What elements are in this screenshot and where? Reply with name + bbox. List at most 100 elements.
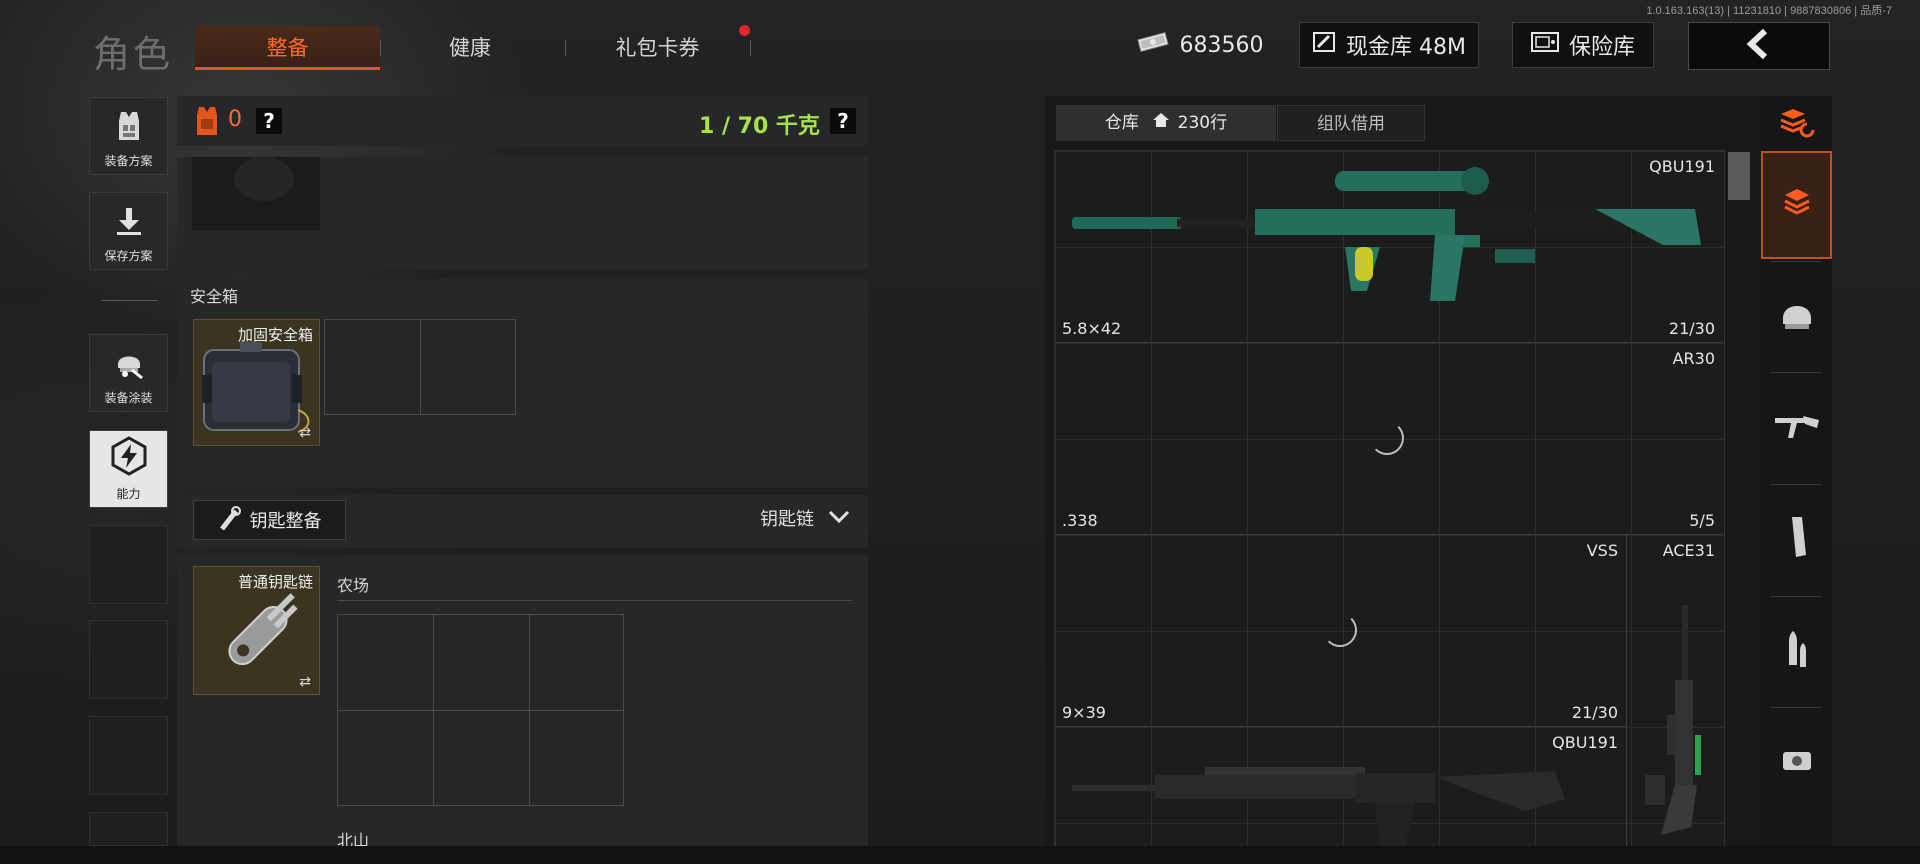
swap-icon: ⇄ xyxy=(299,425,311,441)
tab-gift-coupons[interactable]: 礼包卡券 xyxy=(580,26,735,70)
category-all[interactable] xyxy=(1761,151,1832,259)
magazine-icon xyxy=(1782,515,1812,563)
rifle-image xyxy=(1072,167,1701,301)
swap-icon: ⇄ xyxy=(299,674,311,690)
safe-icon xyxy=(1530,31,1559,59)
map-divider xyxy=(337,600,852,601)
keychain-item[interactable]: 普通钥匙链 ⇄ xyxy=(193,566,320,695)
tab-health[interactable]: 健康 xyxy=(395,26,545,70)
category-rifle[interactable] xyxy=(1761,373,1832,481)
tab-warehouse[interactable]: 仓库 230行 xyxy=(1056,105,1276,141)
insurance-vault-label: 保险库 xyxy=(1568,35,1635,60)
tab-label: 整备 xyxy=(266,36,309,60)
help-button[interactable]: ? xyxy=(256,108,282,134)
category-ammo[interactable] xyxy=(1761,597,1832,705)
rifle-image xyxy=(1645,605,1701,835)
armor-icon xyxy=(193,105,221,141)
category-sort-button[interactable] xyxy=(1761,96,1832,152)
helmet-paint-icon xyxy=(112,346,146,383)
version-text: 1.0.163.163(13) | 11231810 | 9887830806 … xyxy=(1646,5,1892,17)
weight-help-button[interactable]: ? xyxy=(830,108,856,134)
helmet-icon xyxy=(1777,296,1817,336)
vault-icon xyxy=(1312,30,1336,60)
item-caliber: 5.8×42 xyxy=(1062,319,1122,338)
sight-icon xyxy=(1779,744,1815,780)
warehouse-item[interactable]: ACE31 xyxy=(1626,535,1723,846)
cash-vault-label: 现金库 48M xyxy=(1346,35,1466,60)
tab-label: 组队借用 xyxy=(1317,114,1385,134)
warehouse-item[interactable]: QBU191 5.8×42 21/30 xyxy=(1055,151,1723,343)
sidebar-item-loadout-plan[interactable]: 装备方案 xyxy=(89,97,168,175)
warehouse-scrollbar[interactable] xyxy=(1728,152,1750,200)
tab-label: 礼包卡券 xyxy=(615,36,700,60)
chevron-left-icon xyxy=(1743,28,1775,64)
cash-icon xyxy=(1136,30,1170,60)
category-optics[interactable] xyxy=(1761,708,1832,816)
reinforced-safe-box-item[interactable]: 加固安全箱 ⇄ xyxy=(193,319,320,446)
safe-box-slot[interactable] xyxy=(324,319,421,415)
key-slot[interactable] xyxy=(433,710,530,806)
item-caliber: .338 xyxy=(1062,511,1098,530)
key-slot[interactable] xyxy=(433,614,530,711)
item-ammo: 21/30 xyxy=(1668,319,1715,338)
key-slot[interactable] xyxy=(337,710,434,806)
tab-loadout[interactable]: 整备 xyxy=(195,26,380,70)
warehouse-item[interactable]: VSS 9×39 21/30 xyxy=(1055,535,1626,727)
key-slot[interactable] xyxy=(337,614,434,711)
vest-icon xyxy=(112,109,146,146)
weight-value: 1 / 70 千克 xyxy=(699,114,820,139)
warehouse-item[interactable]: AR30 .338 5/5 xyxy=(1055,343,1723,535)
tab-label: 仓库 xyxy=(1104,113,1139,133)
sidebar-item-label: 装备方案 xyxy=(104,154,153,168)
item-name: QBU191 xyxy=(1649,157,1715,176)
loading-spinner xyxy=(1323,613,1357,647)
key-icon xyxy=(218,505,242,536)
sidebar-item-save-plan[interactable]: 保存方案 xyxy=(89,192,168,270)
sidebar-item-label: 能力 xyxy=(116,487,141,501)
tab-divider xyxy=(750,40,751,56)
warehouse-rows: 230行 xyxy=(1177,113,1228,133)
bullets-icon xyxy=(1781,627,1813,675)
currency-value: 683560 xyxy=(1179,32,1264,58)
notification-dot xyxy=(739,25,750,36)
cash-vault-button[interactable]: 现金库 48M xyxy=(1299,22,1479,68)
download-icon xyxy=(113,206,145,241)
category-helmet[interactable] xyxy=(1761,262,1832,370)
key-slot[interactable] xyxy=(529,614,624,711)
keychain-dropdown[interactable]: 钥匙链 xyxy=(760,505,850,531)
currency-display: 683560 xyxy=(1132,22,1267,68)
item-name: AR30 xyxy=(1672,349,1715,368)
sidebar-divider xyxy=(102,300,158,301)
safe-box-label: 安全箱 xyxy=(190,287,239,306)
warehouse-item[interactable]: QBU191 xyxy=(1055,727,1626,846)
item-ammo: 5/5 xyxy=(1689,511,1715,530)
stack-refresh-icon xyxy=(1777,106,1817,142)
sidebar-empty-slot xyxy=(89,525,168,604)
rifle-icon xyxy=(1773,410,1821,444)
all-items-icon xyxy=(1779,185,1815,225)
key-slot[interactable] xyxy=(529,710,624,806)
tab-team-borrow[interactable]: 组队借用 xyxy=(1277,105,1425,141)
equipment-slot[interactable] xyxy=(192,157,320,230)
item-name: ACE31 xyxy=(1662,541,1715,560)
key-loadout-button[interactable]: 钥匙整备 xyxy=(193,500,346,540)
sidebar-item-equipment-skin[interactable]: 装备涂装 xyxy=(89,334,168,412)
armor-count: 0 xyxy=(228,107,242,132)
rifle-image xyxy=(1072,767,1565,846)
item-name: 加固安全箱 xyxy=(237,326,313,344)
sidebar-item-abilities[interactable]: 能力 xyxy=(89,430,168,508)
key-loadout-label: 钥匙整备 xyxy=(249,511,322,532)
tab-divider xyxy=(380,40,381,56)
chevron-down-icon xyxy=(828,508,850,529)
insurance-vault-button[interactable]: 保险库 xyxy=(1512,22,1654,68)
loading-spinner xyxy=(1370,421,1404,455)
back-button[interactable] xyxy=(1688,22,1830,70)
page-title: 角色 xyxy=(93,33,173,76)
item-ammo: 21/30 xyxy=(1571,703,1618,722)
item-name: 普通钥匙链 xyxy=(237,573,313,591)
safe-box-slot[interactable] xyxy=(420,319,516,415)
tab-label: 健康 xyxy=(449,36,491,60)
sidebar-item-label: 保存方案 xyxy=(104,249,153,263)
dropdown-label: 钥匙链 xyxy=(760,509,814,530)
category-magazine[interactable] xyxy=(1761,485,1832,593)
